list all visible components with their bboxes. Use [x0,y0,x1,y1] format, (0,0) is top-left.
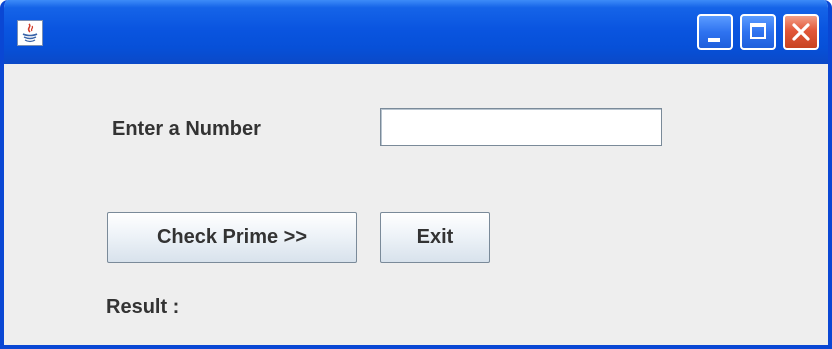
result-label: Result : [106,296,180,318]
title-bar[interactable] [4,0,828,64]
java-icon[interactable] [17,20,43,46]
number-input[interactable] [380,108,662,146]
maximize-icon [750,23,766,39]
close-button[interactable] [783,14,819,50]
number-label: Enter a Number [112,118,261,140]
exit-button[interactable]: Exit [380,212,490,263]
minimize-icon [708,38,720,42]
maximize-button[interactable] [740,14,776,50]
app-window: Enter a Number Check Prime >> Exit Resul… [0,0,832,349]
close-icon [792,23,810,41]
minimize-button[interactable] [697,14,733,50]
check-prime-button[interactable]: Check Prime >> [107,212,357,263]
content-panel: Enter a Number Check Prime >> Exit Resul… [4,64,828,345]
